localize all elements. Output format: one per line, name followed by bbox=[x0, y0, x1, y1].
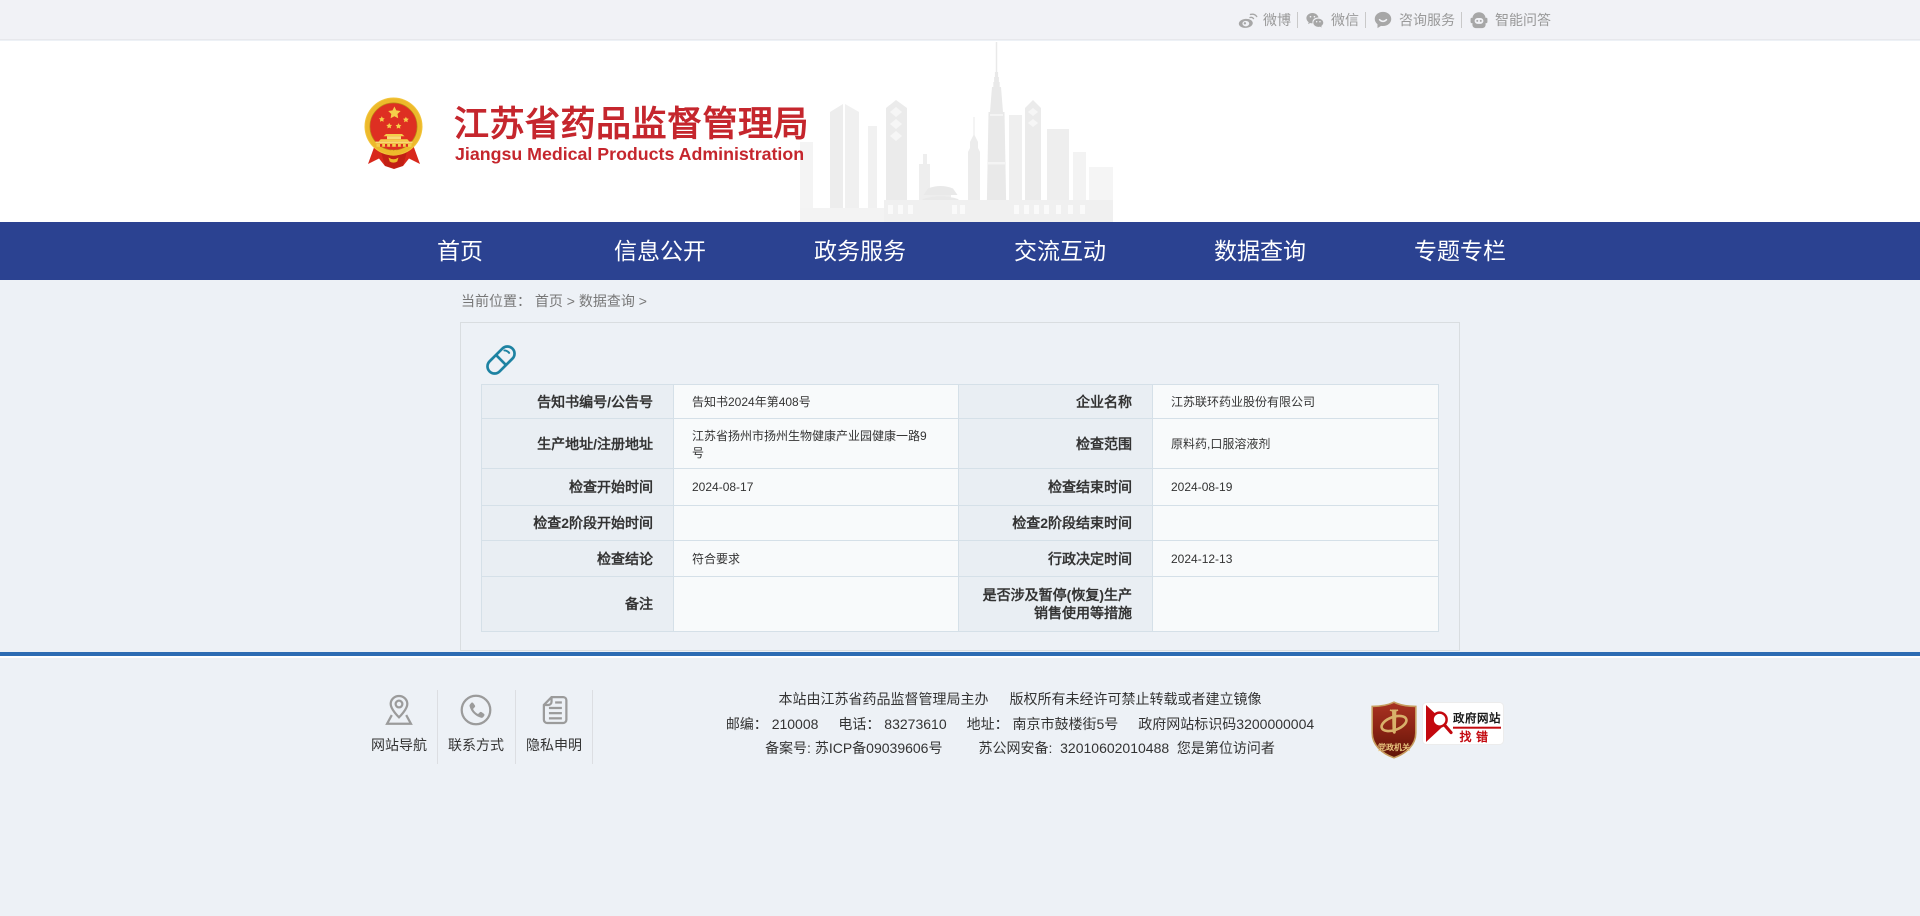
svg-text:政府网站: 政府网站 bbox=[1453, 711, 1501, 725]
svg-text:找错: 找错 bbox=[1459, 729, 1492, 744]
svg-text:党政机关: 党政机关 bbox=[1378, 742, 1410, 752]
